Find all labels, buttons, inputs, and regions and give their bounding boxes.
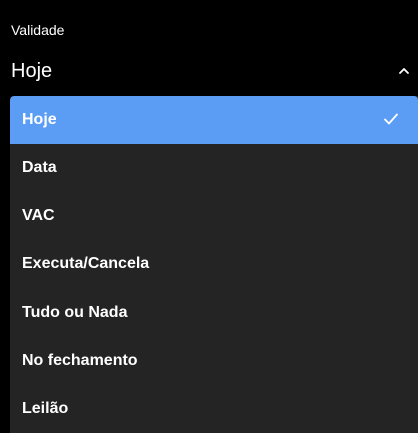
menu-item-label: Leilão — [22, 400, 69, 417]
menu-item-data[interactable]: Data — [10, 144, 418, 192]
menu-item-executa-cancela[interactable]: Executa/Cancela — [10, 240, 418, 288]
validity-label: Validade — [11, 22, 65, 38]
menu-item-no-fechamento[interactable]: No fechamento — [10, 337, 418, 385]
menu-item-label: Data — [22, 159, 57, 176]
menu-item-hoje[interactable]: Hoje — [10, 96, 418, 144]
menu-item-vac[interactable]: VAC — [10, 192, 418, 240]
menu-item-tudo-ou-nada[interactable]: Tudo ou Nada — [10, 289, 418, 337]
menu-item-label: Hoje — [22, 111, 57, 128]
menu-item-label: Executa/Cancela — [22, 255, 150, 272]
selected-value: Hoje — [11, 60, 53, 82]
chevron-up-icon[interactable] — [398, 66, 410, 76]
check-icon — [384, 113, 398, 125]
menu-item-label: VAC — [22, 207, 55, 224]
menu-item-label: No fechamento — [22, 352, 138, 369]
menu-item-label: Tudo ou Nada — [22, 304, 128, 321]
validity-select[interactable]: Hoje — [0, 52, 418, 92]
validity-options-menu: Hoje Data VAC Executa/Cancela Tudo ou Na… — [10, 96, 418, 433]
menu-item-leilao[interactable]: Leilão — [10, 385, 418, 433]
validity-field: Validade Hoje — [0, 0, 418, 92]
